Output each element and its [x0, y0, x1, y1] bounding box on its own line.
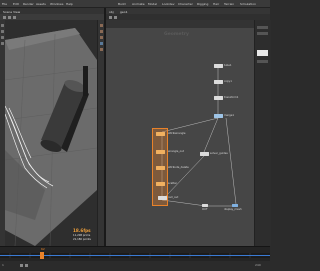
- desktop-tab-animate[interactable]: Animate: [132, 2, 145, 6]
- network-editor: obj geo1 Geometry tube1 copy1 transform1…: [106, 8, 271, 246]
- rotate-tool-icon[interactable]: [13, 15, 16, 19]
- menu-edit[interactable]: Edit: [13, 2, 19, 6]
- node-null-out[interactable]: [158, 196, 167, 200]
- menu-bar: File Edit Render Assets Windows Help Bui…: [0, 0, 270, 8]
- menu-file[interactable]: File: [2, 2, 7, 6]
- node-label: attribute_delete: [168, 166, 189, 169]
- menu-assets[interactable]: Assets: [36, 2, 46, 6]
- param-field[interactable]: [257, 26, 268, 29]
- node-label: scatter: [168, 182, 178, 185]
- node-out[interactable]: [202, 204, 208, 207]
- network-toolbar: [106, 20, 270, 28]
- node-label: attribwrangle: [168, 132, 186, 135]
- menu-render[interactable]: Render: [23, 2, 34, 6]
- select-tool-icon[interactable]: [3, 15, 6, 19]
- timeline-bar: 62 1 240: [0, 246, 270, 271]
- playhead: [40, 252, 44, 259]
- node-display-mesh[interactable]: [232, 204, 238, 207]
- light-icon[interactable]: [100, 42, 103, 45]
- desktop-tab-simulation[interactable]: Simulation: [240, 2, 256, 6]
- desktop-tab-build[interactable]: Build: [118, 2, 126, 6]
- menu-help[interactable]: Help: [66, 2, 73, 6]
- frame-end[interactable]: 240: [255, 263, 261, 267]
- node-label: copy1: [224, 80, 232, 83]
- desktop-tab-rigging[interactable]: Rigging: [197, 2, 208, 6]
- node-label: merge1: [224, 114, 235, 117]
- current-frame: 62: [41, 247, 45, 251]
- desktop-tab-terrain[interactable]: Terrain: [224, 2, 234, 6]
- node-label: null_out: [168, 196, 179, 199]
- param-field[interactable]: [257, 32, 268, 35]
- menu-windows[interactable]: Windows: [50, 2, 63, 6]
- param-field[interactable]: [257, 60, 268, 63]
- node-label: OUT: [202, 208, 208, 211]
- scene-viewport[interactable]: Scene View 18.6fps 11,208 prims 21,180 p…: [0, 8, 104, 246]
- node-merge1[interactable]: [214, 114, 223, 118]
- node-attribute-delete[interactable]: [156, 166, 165, 170]
- play-icon[interactable]: [20, 264, 23, 267]
- node-wires: [161, 68, 237, 207]
- prim-count: 11,208 prims: [73, 234, 91, 237]
- post-object: [83, 66, 88, 96]
- param-info-box: [257, 50, 268, 56]
- node-label: wrangle_out: [168, 150, 184, 153]
- node-label: transform1: [224, 96, 239, 99]
- desktop-tab-model[interactable]: Model: [148, 2, 157, 6]
- snap-icon[interactable]: [100, 48, 103, 51]
- point-count: 21,180 points: [73, 238, 91, 241]
- node-attribwrangle[interactable]: [156, 132, 165, 136]
- camera-icon[interactable]: [100, 36, 103, 39]
- forward-icon[interactable]: [114, 15, 117, 19]
- shading-icon[interactable]: [100, 30, 103, 33]
- move-tool-icon[interactable]: [8, 15, 11, 19]
- node-transform1[interactable]: [214, 96, 223, 100]
- node-label: solver_guides: [210, 152, 228, 155]
- pose-tool-icon[interactable]: [1, 36, 4, 39]
- node-copy1[interactable]: [214, 80, 223, 84]
- fps-readout: 18.6fps: [73, 228, 91, 233]
- parameter-panel: [254, 20, 271, 246]
- view-tool-icon[interactable]: [1, 24, 4, 27]
- node-wrangle-out[interactable]: [156, 150, 165, 154]
- node-tube1[interactable]: [214, 64, 223, 68]
- node-label: tube1: [224, 64, 232, 67]
- viewport-right-toolbar: [97, 20, 104, 246]
- handle-tool-icon[interactable]: [1, 30, 4, 33]
- desktop-tab-lookdev[interactable]: Lookdev: [162, 2, 175, 6]
- viewport-tab[interactable]: Scene View: [3, 10, 20, 14]
- node-solver-guides[interactable]: [200, 152, 209, 156]
- desktop-tab-hair[interactable]: Hair: [213, 2, 219, 6]
- network-canvas[interactable]: Geometry tube1 copy1 transform1 merge1 a…: [106, 28, 254, 246]
- viewport-scene: [5, 20, 97, 246]
- brush-tool-icon[interactable]: [1, 42, 4, 45]
- node-label: display_mesh: [224, 208, 242, 211]
- tab-geo1[interactable]: geo1: [120, 10, 128, 14]
- frame-start[interactable]: 1: [2, 263, 4, 267]
- back-icon[interactable]: [109, 15, 112, 19]
- display-option-icon[interactable]: [100, 24, 103, 27]
- stop-icon[interactable]: [25, 264, 28, 267]
- tab-obj[interactable]: obj: [109, 10, 114, 14]
- node-scatter[interactable]: [156, 182, 165, 186]
- desktop-tab-character[interactable]: Character: [178, 2, 193, 6]
